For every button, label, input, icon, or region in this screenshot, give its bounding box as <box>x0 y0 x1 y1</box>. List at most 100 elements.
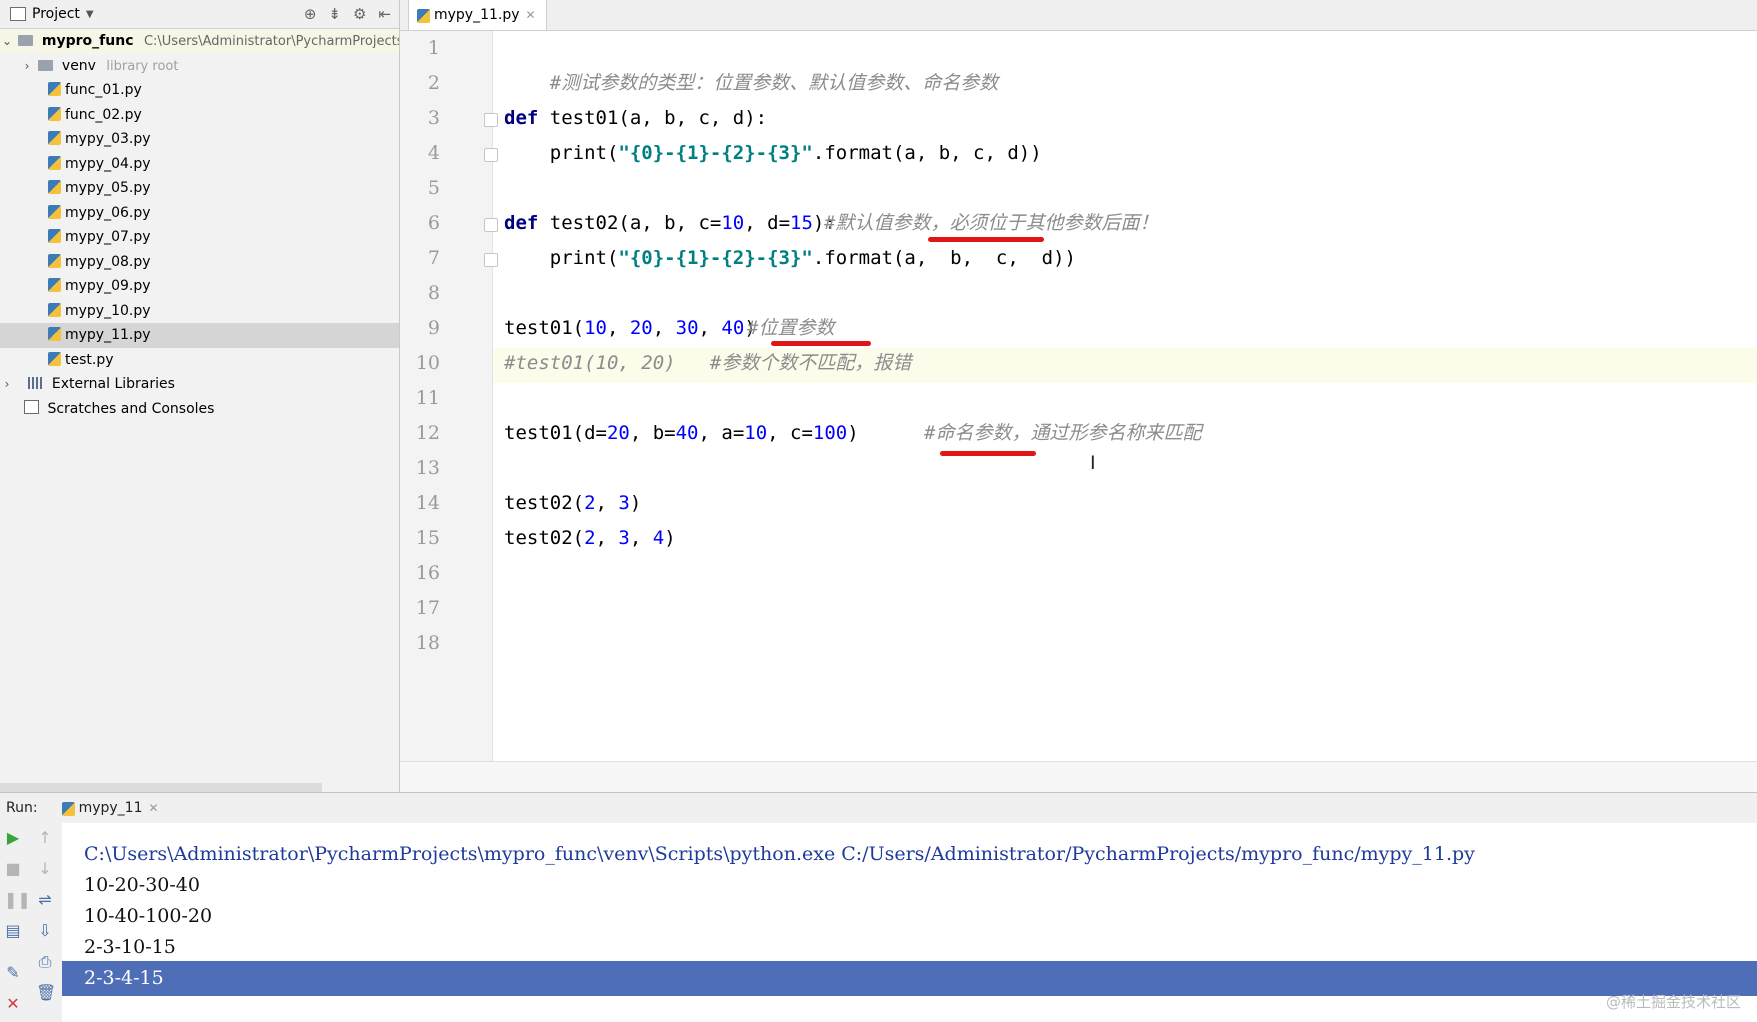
soft-wrap-icon[interactable]: ⇌ <box>36 891 54 909</box>
project-view-icon <box>10 7 26 21</box>
line-number: 1 <box>427 37 440 59</box>
tree-item-label: External Libraries <box>51 376 175 392</box>
close-icon[interactable]: ✕ <box>4 995 22 1013</box>
code-text: test01( <box>504 317 585 339</box>
project-panel-header: Project ▼ ⊕ ⇟ ⚙ ⇤ <box>0 0 399 29</box>
tree-item-file[interactable]: func_01.py <box>0 78 399 103</box>
tree-item-scratches[interactable]: Scratches and Consoles <box>0 397 399 422</box>
tab-mypy-11[interactable]: mypy_11.py ✕ <box>408 0 547 30</box>
code-text: print( <box>549 247 619 269</box>
tree-item-file[interactable]: mypy_06.py <box>0 201 399 226</box>
tree-item-mypro-func[interactable]: ⌄ mypro_func C:\Users\Administrator\Pych… <box>0 29 399 54</box>
tree-item-file[interactable]: mypy_04.py <box>0 152 399 177</box>
tree-item-hint: library root <box>106 58 179 74</box>
console-selection-highlight <box>62 961 1757 996</box>
tree-item-file[interactable]: func_02.py <box>0 103 399 128</box>
tree-item-external-libraries[interactable]: › External Libraries <box>0 372 399 397</box>
tree-item-file[interactable]: mypy_03.py <box>0 127 399 152</box>
console-output-line: 10-20-30-40 <box>84 874 200 896</box>
run-console[interactable]: C:\Users\Administrator\PycharmProjects\m… <box>62 823 1757 1022</box>
locate-icon[interactable]: ⊕ <box>304 5 317 23</box>
code-line: print("{0}-{1}-{2}-{3}".format(a, b, c, … <box>504 136 1042 171</box>
editor-tab-bar: mypy_11.py ✕ <box>400 0 1757 31</box>
tree-item-label: mypy_07.py <box>65 229 151 245</box>
tree-item-path: C:\Users\Administrator\PycharmProjects <box>143 34 400 49</box>
code-text: test02(a, b, c= <box>538 212 722 234</box>
rerun-icon[interactable]: ▶ <box>4 829 22 847</box>
run-label: Run: <box>6 800 38 816</box>
python-file-icon <box>48 278 61 292</box>
tree-item-label: mypy_06.py <box>65 204 151 221</box>
chevron-down-icon[interactable]: ▼ <box>86 9 94 20</box>
chevron-right-icon[interactable]: › <box>0 372 14 397</box>
code-keyword: def <box>504 107 539 129</box>
code-string: "{0}-{1}-{2}-{3}" <box>618 142 813 164</box>
line-number: 7 <box>427 247 440 269</box>
code-text: .format(a, b, c, d)) <box>812 247 1076 269</box>
code-comment: #测试参数的类型：位置参数、默认值参数、命名参数 <box>549 72 999 94</box>
tree-item-label: mypy_03.py <box>65 131 151 147</box>
close-icon[interactable]: ✕ <box>526 8 536 22</box>
tree-item-label: test.py <box>65 351 114 368</box>
tree-item-file[interactable]: mypy_10.py <box>0 299 399 324</box>
tree-item-file[interactable]: mypy_05.py <box>0 176 399 201</box>
code-text: test01(d= <box>504 422 607 444</box>
code-comment: #命名参数，通过形参名称来匹配 <box>924 422 1202 444</box>
run-tab-mypy-11[interactable]: mypy_11 ✕ <box>61 800 159 816</box>
line-number: 5 <box>427 177 440 199</box>
tree-item-label: mypy_11.py <box>65 327 151 343</box>
line-number: 16 <box>415 562 440 584</box>
line-number: 8 <box>427 282 440 304</box>
tree-item-file[interactable]: mypy_09.py <box>0 274 399 299</box>
hide-panel-icon[interactable]: ⇤ <box>378 5 391 23</box>
tree-item-file[interactable]: mypy_08.py <box>0 250 399 275</box>
pin-icon[interactable]: ✎ <box>4 964 22 982</box>
code-editor[interactable]: #测试参数的类型：位置参数、默认值参数、命名参数 def test01(a, b… <box>492 31 1757 761</box>
code-number: 10 <box>721 212 745 234</box>
line-number: 2 <box>427 72 440 94</box>
horizontal-scrollbar[interactable] <box>0 783 322 792</box>
collapse-all-icon[interactable]: ⇟ <box>328 5 341 23</box>
code-number: 100 <box>812 422 848 444</box>
code-number: 2 <box>584 492 596 514</box>
tree-item-file[interactable]: test.py <box>0 348 399 373</box>
code-line-comment: #默认值参数，必须位于其他参数后面！ <box>824 206 1158 241</box>
tree-item-file[interactable]: mypy_07.py <box>0 225 399 250</box>
annotation-underline <box>771 341 871 346</box>
code-comment: #test01(10, 20) #参数个数不匹配，报错 <box>504 352 912 374</box>
python-file-icon <box>48 106 61 121</box>
line-number: 14 <box>415 492 440 514</box>
tree-item-venv[interactable]: › venv library root <box>0 54 399 79</box>
line-number: 11 <box>415 387 440 409</box>
print-icon[interactable]: ⎙ <box>36 953 54 971</box>
scroll-to-end-icon[interactable]: ⇩ <box>36 922 54 940</box>
tree-item-label: mypy_05.py <box>65 180 151 196</box>
close-icon[interactable]: ✕ <box>148 801 158 815</box>
code-text: test02( <box>504 492 585 514</box>
gear-icon[interactable]: ⚙ <box>353 5 366 23</box>
pause-icon[interactable]: ❚❚ <box>4 891 31 909</box>
chevron-right-icon[interactable]: › <box>20 54 34 79</box>
code-text: ) <box>629 492 642 514</box>
arrow-up-icon[interactable]: ↑ <box>36 829 54 847</box>
console-output-line: 10-40-100-20 <box>84 905 213 927</box>
folder-icon <box>18 35 34 46</box>
restore-layout-icon[interactable]: ▤ <box>4 922 22 940</box>
tree-item-label: mypro_func <box>41 33 134 49</box>
python-file-icon <box>48 131 61 145</box>
code-line: test01(10, 20, 30, 40) <box>504 317 756 339</box>
code-number: 3 <box>618 527 630 549</box>
line-number: 17 <box>415 597 440 619</box>
scratches-icon <box>24 399 39 414</box>
code-line: print("{0}-{1}-{2}-{3}".format(a, b, c, … <box>504 241 1076 276</box>
tree-item-file-selected[interactable]: mypy_11.py <box>0 323 399 348</box>
code-number: 4 <box>652 527 665 549</box>
trash-icon[interactable]: 🗑 <box>36 984 56 1002</box>
stop-icon[interactable]: ■ <box>4 860 22 878</box>
project-panel-title[interactable]: Project <box>32 6 80 22</box>
project-panel: Project ▼ ⊕ ⇟ ⚙ ⇤ ⌄ mypro_func C:\Users\… <box>0 0 400 792</box>
chevron-down-icon[interactable]: ⌄ <box>0 29 14 54</box>
line-number: 18 <box>415 632 440 654</box>
arrow-down-icon[interactable]: ↓ <box>36 860 54 878</box>
